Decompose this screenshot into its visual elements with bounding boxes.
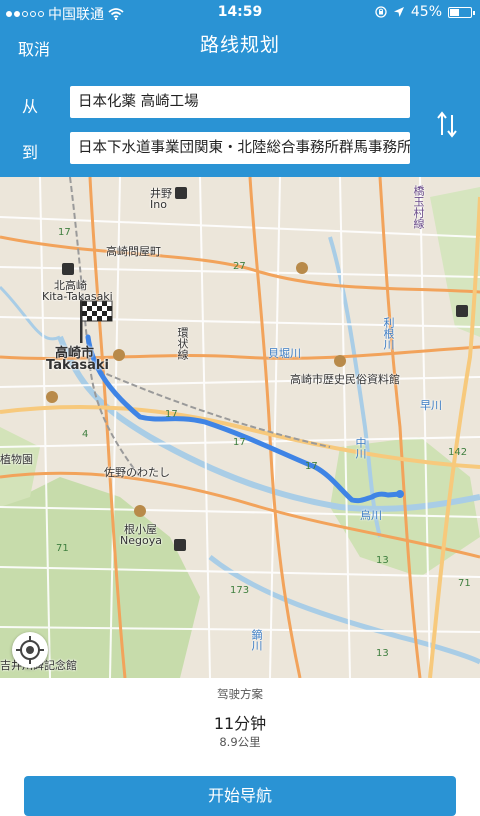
from-location-field[interactable]: 日本化薬 高崎工場 — [70, 86, 410, 118]
start-navigation-button[interactable]: 开始导航 — [24, 776, 456, 816]
nav-bar: 取消 路线规划 — [0, 24, 480, 68]
map-label-botanical: 植物園 — [0, 453, 33, 466]
locate-me-button[interactable] — [12, 632, 48, 668]
map-label-right-top: 橋玉村線 — [412, 185, 425, 229]
map-label-museum: 高崎市歴史民俗資料館 — [290, 373, 400, 386]
map-canvas: 17 27 17 17 17 142 13 173 71 71 13 4 — [0, 177, 480, 678]
plan-duration: 11分钟 — [213, 714, 267, 733]
route-map[interactable]: 17 27 17 17 17 142 13 173 71 71 13 4 井野 Ino 高崎問屋… — [0, 177, 480, 678]
destination-flag-icon — [80, 299, 113, 343]
map-label-karasugawa: 烏川 — [360, 509, 382, 522]
svg-text:17: 17 — [165, 409, 178, 420]
plan-distance: 8.9公里 — [219, 735, 261, 749]
map-label-kaiborigawa: 貝堀川 — [268, 347, 301, 360]
map-label-takasaki-en: Takasaki — [46, 358, 109, 373]
svg-text:13: 13 — [376, 648, 389, 659]
map-label-negoya-en: Negoya — [120, 534, 162, 547]
route-planning-header: 中国联通 14:59 45% 取消 路线规划 从 日本化薬 高崎工場 到 日本下… — [0, 0, 480, 177]
map-label-kita-takasaki-en: Kita-Takasaki — [42, 290, 113, 303]
map-label-kaburagawa: 鏑川 — [250, 629, 263, 651]
svg-text:17: 17 — [305, 461, 318, 472]
svg-text:71: 71 — [458, 578, 471, 589]
map-label-tonegawa: 利根川 — [382, 317, 395, 350]
svg-text:13: 13 — [376, 555, 389, 566]
page-title: 路线规划 — [199, 34, 280, 56]
svg-text:17: 17 — [58, 227, 71, 238]
route-from-row: 从 日本化薬 高崎工場 — [0, 84, 480, 124]
map-label-sanoowatashi: 佐野のわたし — [104, 466, 170, 479]
to-label: 到 — [22, 143, 39, 162]
svg-text:173: 173 — [230, 585, 249, 596]
status-right: 45% — [375, 4, 475, 20]
crosshair-location-icon — [16, 636, 44, 664]
map-label-naka-river: 中川 — [354, 437, 367, 459]
to-location-field[interactable]: 日本下水道事業団関東・北陸総合事務所群馬事務所 — [70, 132, 410, 164]
location-arrow-icon — [393, 7, 404, 17]
battery-level-fill — [450, 8, 459, 16]
rotation-lock-icon — [375, 6, 387, 18]
battery-percent: 45% — [410, 4, 442, 20]
svg-text:142: 142 — [448, 447, 467, 458]
status-bar: 中国联通 14:59 45% — [0, 0, 480, 24]
map-label-kanjo-line: 環状線 — [176, 327, 189, 360]
svg-text:17: 17 — [233, 437, 246, 448]
map-label-ino-en: Ino — [150, 198, 167, 211]
swap-vertical-icon[interactable] — [432, 110, 462, 140]
svg-text:4: 4 — [82, 429, 88, 440]
map-label-tonyamachi: 高崎問屋町 — [106, 245, 161, 258]
from-label: 从 — [22, 97, 39, 116]
plan-title: 驾驶方案 — [217, 687, 263, 701]
svg-text:27: 27 — [233, 261, 246, 272]
svg-text:71: 71 — [56, 543, 69, 554]
route-start-marker — [396, 490, 404, 498]
map-label-hayakawa: 早川 — [420, 399, 442, 412]
route-to-row: 到 日本下水道事業団関東・北陸総合事務所群馬事務所 — [0, 130, 480, 170]
battery-icon — [448, 6, 475, 18]
route-summary: 驾驶方案 11分钟 8.9公里 开始导航 — [0, 678, 480, 816]
